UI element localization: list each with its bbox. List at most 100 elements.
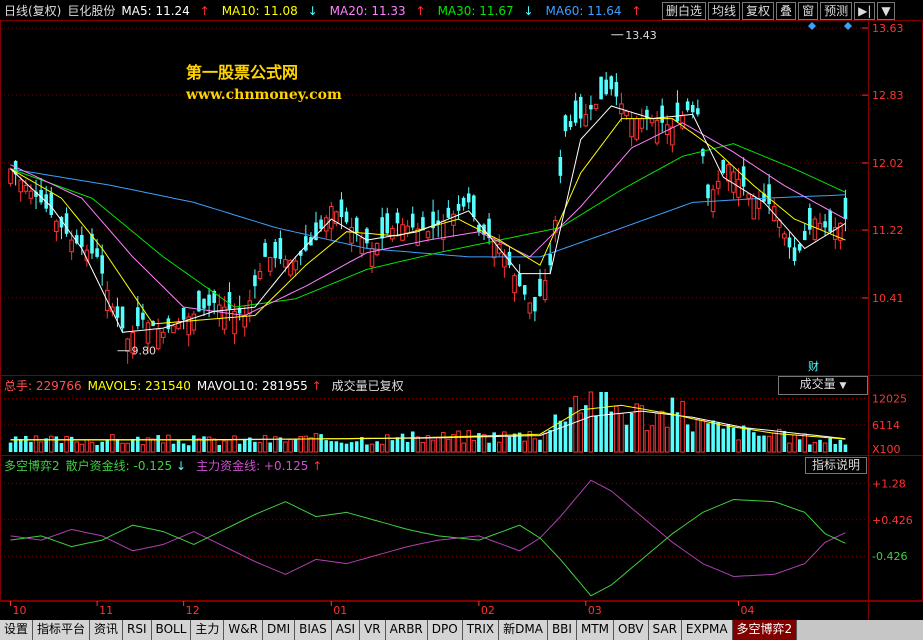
tab-2[interactable]: 资讯 bbox=[90, 620, 124, 640]
volume-bar-40 bbox=[211, 438, 217, 453]
candle-body-127 bbox=[654, 120, 660, 144]
volume-bar-71 bbox=[369, 443, 375, 453]
date-label-2: 12 bbox=[186, 604, 200, 617]
candle-body-156 bbox=[802, 230, 807, 241]
candle-body-74 bbox=[385, 213, 390, 234]
toolbar-button-adjust[interactable]: 复权 bbox=[742, 2, 775, 20]
candle-body-65 bbox=[339, 199, 344, 218]
price-tick-label-2: 12.02 bbox=[872, 157, 904, 170]
volume-bar-114 bbox=[588, 391, 594, 453]
volume-bar-3 bbox=[24, 435, 28, 452]
candle-body-119 bbox=[614, 81, 619, 97]
volume-bar-104 bbox=[538, 439, 542, 452]
tab-14[interactable]: 新DMA bbox=[499, 620, 548, 640]
volume-bar-42 bbox=[222, 440, 227, 453]
candle-body-100 bbox=[517, 273, 522, 287]
candle-body-73 bbox=[380, 217, 384, 239]
candle-body-25 bbox=[136, 307, 140, 327]
play-arrow-icon[interactable]: ▶| bbox=[854, 2, 876, 20]
tab-12[interactable]: DPO bbox=[427, 620, 463, 640]
toolbar-button-ma[interactable]: 均线 bbox=[708, 2, 741, 20]
mavol10-label: MAVOL10: 281955 ↑ bbox=[196, 379, 322, 393]
candle-body-149 bbox=[767, 184, 771, 205]
date-label-1: 11 bbox=[99, 604, 113, 617]
candle-body-105 bbox=[542, 280, 548, 301]
volume-bar-153 bbox=[787, 442, 792, 453]
volume-bar-11 bbox=[64, 436, 69, 453]
tab-10[interactable]: VR bbox=[360, 620, 386, 640]
volume-bar-33 bbox=[176, 439, 181, 452]
volume-bar-43 bbox=[227, 439, 232, 453]
date-label-5: 03 bbox=[588, 604, 602, 617]
tab-17[interactable]: OBV bbox=[614, 620, 649, 640]
tab-20[interactable]: 多空博弈2 bbox=[732, 620, 798, 640]
tab-6[interactable]: W&R bbox=[224, 620, 263, 640]
tab-8[interactable]: BIAS bbox=[295, 620, 332, 640]
candle-body-23 bbox=[125, 338, 130, 352]
volume-bar-19 bbox=[105, 440, 110, 452]
retail-fund-line bbox=[10, 498, 846, 597]
tab-19[interactable]: EXPMA bbox=[681, 620, 733, 640]
volume-bar-111 bbox=[573, 395, 578, 453]
tab-18[interactable]: SAR bbox=[648, 620, 682, 640]
volume-bar-29 bbox=[156, 435, 160, 452]
tab-9[interactable]: ASI bbox=[331, 620, 361, 640]
volume-bar-75 bbox=[390, 440, 395, 452]
toolbar-button-forecast[interactable]: 预测 bbox=[820, 2, 853, 20]
candle-body-2 bbox=[18, 179, 24, 193]
candle-body-122 bbox=[629, 118, 634, 138]
tab-4[interactable]: BOLL bbox=[151, 620, 192, 640]
high-label: 13.43 bbox=[625, 29, 657, 42]
volume-bar-154 bbox=[792, 434, 797, 453]
tab-13[interactable]: TRIX bbox=[462, 620, 500, 640]
tab-15[interactable]: BBI bbox=[547, 620, 577, 640]
volume-bar-126 bbox=[649, 425, 655, 453]
volume-bar-113 bbox=[584, 405, 588, 452]
candle-body-49 bbox=[257, 271, 263, 280]
candle-body-103 bbox=[533, 297, 537, 312]
volume-bar-46 bbox=[242, 438, 247, 452]
candle-body-77 bbox=[400, 224, 405, 241]
volume-bar-139 bbox=[716, 422, 720, 452]
volume-bar-94 bbox=[487, 442, 491, 452]
candle-body-17 bbox=[95, 248, 99, 257]
tab-1[interactable]: 指标平台 bbox=[33, 620, 91, 640]
candle-body-128 bbox=[660, 105, 664, 123]
volume-bar-135 bbox=[695, 419, 701, 453]
indicator-help-button[interactable]: 指标说明 bbox=[805, 457, 868, 474]
volume-bar-23 bbox=[125, 442, 130, 453]
toolbar-button-filter[interactable]: 删白选 bbox=[662, 2, 707, 20]
candle-body-22 bbox=[120, 306, 125, 329]
indicator-tick-label-1: +0.426 bbox=[872, 514, 913, 527]
volume-total: 总手: 229766 bbox=[4, 379, 82, 393]
price-tick-label-4: 13.63 bbox=[872, 22, 904, 35]
volume-bar-129 bbox=[664, 426, 670, 453]
tab-7[interactable]: DMI bbox=[262, 620, 296, 640]
candle-body-140 bbox=[721, 159, 726, 174]
candle-body-136 bbox=[701, 149, 705, 157]
toolbar-button-window[interactable]: 窗 bbox=[798, 2, 819, 20]
volume-bar-36 bbox=[192, 435, 196, 452]
candle-body-137 bbox=[706, 184, 710, 199]
volume-bar-76 bbox=[395, 437, 400, 452]
stock-chart[interactable]: 10.41 11.22 12.02 12.83 13.63 13.43 9.80 财 6114 1… bbox=[0, 0, 923, 620]
triangle-down-icon[interactable]: ▼ bbox=[877, 2, 895, 20]
volume-bar-161 bbox=[828, 438, 832, 452]
volume-bar-128 bbox=[659, 410, 665, 453]
volume-bar-121 bbox=[624, 424, 629, 452]
tab-0[interactable]: 设置 bbox=[0, 620, 34, 640]
tab-3[interactable]: RSI bbox=[123, 620, 152, 640]
volume-select[interactable]: 成交量 ▼ bbox=[778, 376, 868, 395]
tab-5[interactable]: 主力 bbox=[191, 620, 225, 640]
tab-16[interactable]: MTM bbox=[576, 620, 614, 640]
candle-body-48 bbox=[253, 275, 257, 287]
candle-body-11 bbox=[64, 213, 69, 234]
candle-body-29 bbox=[155, 328, 161, 350]
volume-bar-69 bbox=[360, 437, 364, 452]
volume-bar-32 bbox=[171, 443, 176, 452]
volume-bar-9 bbox=[54, 436, 59, 452]
tab-11[interactable]: ARBR bbox=[385, 620, 428, 640]
candle-body-38 bbox=[202, 298, 206, 309]
volume-bar-48 bbox=[253, 441, 257, 452]
toolbar-button-overlay[interactable]: 叠 bbox=[776, 2, 797, 20]
